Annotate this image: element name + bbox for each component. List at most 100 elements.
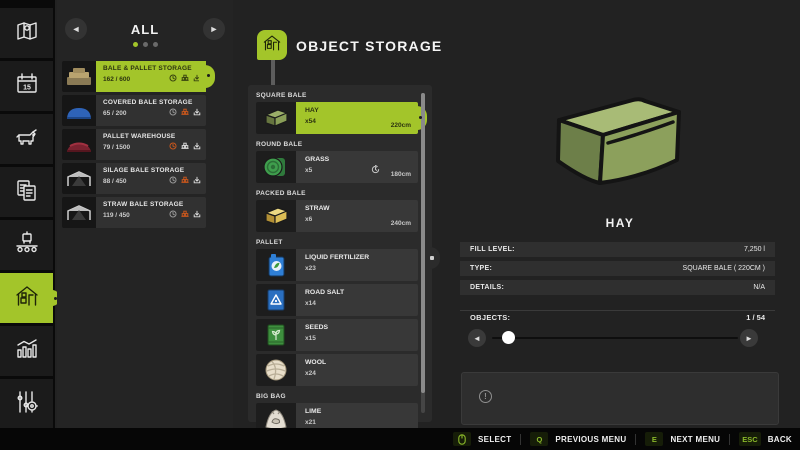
objects-counter-row: OBJECTS: 1 / 54 [460, 310, 775, 324]
object-storage-screen: 15 ◄ ► ALL [0, 0, 800, 450]
facility-thumbnail [62, 95, 96, 126]
objects-label: OBJECTS: [470, 313, 510, 322]
tab-settings[interactable] [0, 379, 53, 429]
pallet-icon [181, 137, 189, 155]
object-name: LIME [305, 408, 411, 415]
unload-icon [193, 137, 201, 155]
footer-action-label: BACK [768, 435, 792, 444]
grass-round-bale-icon [256, 151, 296, 183]
tab-animals[interactable] [0, 114, 53, 164]
object-item-seeds[interactable]: SEEDS x15 [256, 319, 418, 351]
object-name: LIQUID FERTILIZER [305, 254, 411, 261]
footer-separator [729, 434, 730, 445]
tab-production[interactable] [0, 220, 53, 270]
clock-icon [169, 103, 177, 121]
group-label: BIG BAG [256, 393, 286, 400]
straw-packed-bale-icon [256, 200, 296, 232]
object-size: 220cm [391, 122, 411, 129]
detail-label: FILL LEVEL: [470, 246, 515, 253]
facility-item-pallet-warehouse[interactable]: PALLET WAREHOUSE 79 / 1500 [62, 129, 265, 160]
storage-shed-icon [262, 33, 282, 58]
pager-dot [143, 42, 148, 47]
object-list-panel: SQUARE BALE HAY x54 220cm ROUND BALE GRA… [248, 85, 432, 422]
facility-thumbnail [62, 129, 96, 160]
object-item-grass[interactable]: GRASS x5 180cm [256, 151, 418, 183]
detail-row-type: TYPE: SQUARE BALE ( 220CM ) [460, 261, 775, 276]
contracts-icon [14, 177, 40, 208]
footer-hotkey-bar: SELECT Q PREVIOUS MENU E NEXT MENU ESC B… [0, 428, 800, 450]
tab-contracts[interactable] [0, 167, 53, 217]
object-item-road-salt[interactable]: ROAD SALT x14 [256, 284, 418, 316]
chevron-left-icon: ◄ [473, 334, 481, 343]
facility-item-straw-bale-storage[interactable]: STRAW BALE STORAGE 119 / 450 [62, 197, 265, 228]
main-menu-sidebar: 15 [0, 0, 55, 428]
tab-statistics[interactable] [0, 326, 53, 376]
unload-icon [193, 171, 201, 189]
object-name: ROAD SALT [305, 289, 411, 296]
object-count: x21 [305, 419, 411, 426]
facility-thumbnail [62, 61, 96, 92]
facility-item-silage-bale-storage[interactable]: SILAGE BALE STORAGE 88 / 450 [62, 163, 265, 194]
scrollbar-thumb[interactable] [421, 93, 425, 393]
object-prev-button[interactable]: ◄ [468, 329, 486, 347]
object-count: x24 [305, 370, 411, 377]
fermenting-timer-icon [371, 161, 380, 179]
chevron-right-icon: ► [745, 334, 753, 343]
facility-list-panel: ◄ ► ALL BALE & PALLET STORAGE 162 / 600 [57, 0, 233, 428]
road-salt-bag-icon [256, 284, 296, 316]
object-slider-track[interactable] [492, 337, 738, 339]
tab-storage[interactable] [0, 273, 53, 323]
hay-square-bale-icon [256, 102, 296, 134]
footer-action-label: SELECT [478, 435, 511, 444]
objects-value: 1 / 54 [746, 313, 765, 322]
unload-icon [193, 69, 201, 87]
object-next-button[interactable]: ► [740, 329, 758, 347]
mouse-left-click-icon [453, 432, 471, 446]
object-name: HAY [305, 107, 411, 114]
object-item-hay[interactable]: HAY x54 220cm [256, 102, 418, 134]
storage-shed-icon [14, 283, 40, 314]
wool-ball-icon [256, 354, 296, 386]
map-icon [14, 18, 40, 49]
object-item-liquid-fertilizer[interactable]: LIQUID FERTILIZER x23 [256, 249, 418, 281]
clock-icon [169, 171, 177, 189]
seeds-bag-icon [256, 319, 296, 351]
footer-separator [520, 434, 521, 445]
selected-object-title: HAY [455, 216, 785, 230]
object-list-scrollbar[interactable] [421, 93, 425, 413]
pallet-icon [181, 69, 189, 87]
panel-expand-handle[interactable] [428, 247, 440, 269]
object-item-wool[interactable]: WOOL x24 [256, 354, 418, 386]
clock-icon [169, 137, 177, 155]
statistics-icon [14, 336, 40, 367]
tab-calendar[interactable]: 15 [0, 61, 53, 111]
facility-filter-title: ALL [57, 22, 233, 37]
facility-item-bale-pallet-storage[interactable]: BALE & PALLET STORAGE 162 / 600 [62, 61, 265, 92]
svg-text:15: 15 [23, 84, 31, 91]
calendar-icon: 15 [14, 71, 40, 102]
object-item-straw[interactable]: STRAW x6 240cm [256, 200, 418, 232]
pallet-icon [181, 205, 189, 223]
object-name: STRAW [305, 205, 411, 212]
facility-item-covered-bale-storage[interactable]: COVERED BALE STORAGE 65 / 200 [62, 95, 265, 126]
key-esc: ESC [739, 432, 760, 446]
info-message-box: ! [461, 372, 779, 425]
object-slider-knob[interactable] [502, 331, 515, 344]
clock-icon [169, 69, 177, 87]
group-label: PACKED BALE [256, 190, 306, 197]
footer-separator [635, 434, 636, 445]
facility-pager-dots [57, 42, 233, 47]
object-name: WOOL [305, 359, 411, 366]
pallet-icon [181, 103, 189, 121]
group-label: ROUND BALE [256, 141, 302, 148]
unload-icon [193, 205, 201, 223]
key-q: Q [530, 432, 548, 446]
tab-map[interactable] [0, 8, 53, 58]
detail-value: N/A [753, 284, 765, 291]
detail-value: 7,250 l [744, 246, 765, 253]
animals-icon [14, 124, 40, 155]
group-label: SQUARE BALE [256, 92, 307, 99]
object-name: GRASS [305, 156, 411, 163]
pager-dot [133, 42, 138, 47]
hay-square-bale-illustration [545, 88, 695, 203]
